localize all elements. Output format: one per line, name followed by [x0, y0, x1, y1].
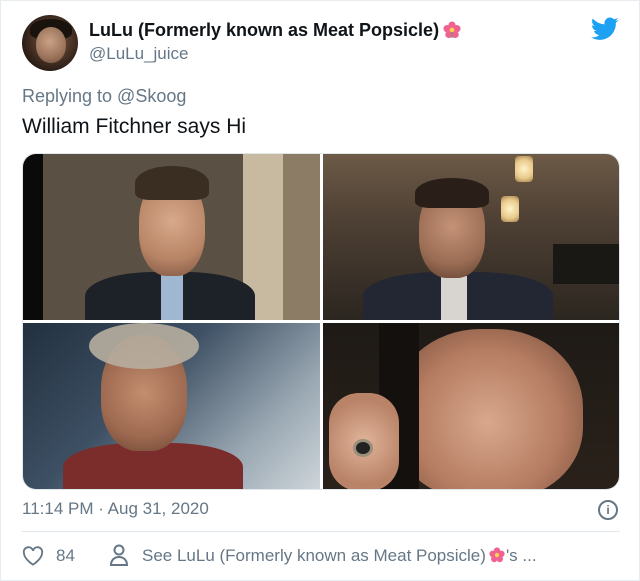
see-link-suffix: 's ...: [505, 546, 537, 565]
see-link-prefix: See LuLu (Formerly known as Meat Popsicl…: [142, 546, 486, 565]
photo-1[interactable]: [23, 154, 320, 320]
display-name-row[interactable]: LuLu (Formerly known as Meat Popsicle): [89, 20, 461, 41]
display-name[interactable]: LuLu (Formerly known as Meat Popsicle): [89, 20, 439, 40]
photo-2[interactable]: [323, 154, 619, 320]
photo-4[interactable]: [323, 323, 619, 489]
photo-3[interactable]: [23, 323, 320, 489]
divider: [22, 531, 620, 532]
flower-icon: [489, 547, 505, 563]
info-icon[interactable]: i: [598, 500, 618, 520]
avatar-face: [36, 27, 66, 63]
like-count[interactable]: 84: [56, 546, 75, 566]
tweet-card: LuLu (Formerly known as Meat Popsicle) @…: [0, 0, 640, 581]
see-profile-link[interactable]: See LuLu (Formerly known as Meat Popsicl…: [142, 546, 537, 566]
flower-icon: [443, 21, 461, 39]
tweet-timestamp[interactable]: 11:14 PM · Aug 31, 2020: [22, 499, 209, 519]
avatar[interactable]: [22, 15, 78, 71]
media-grid: [22, 153, 620, 490]
replying-to-line[interactable]: Replying to @Skoog: [22, 86, 186, 107]
heart-icon[interactable]: [22, 546, 44, 566]
user-handle[interactable]: @LuLu_juice: [89, 44, 189, 64]
person-icon: [109, 544, 129, 566]
tweet-text: William Fitchner says Hi: [22, 115, 247, 138]
twitter-bird-icon[interactable]: [591, 17, 619, 41]
